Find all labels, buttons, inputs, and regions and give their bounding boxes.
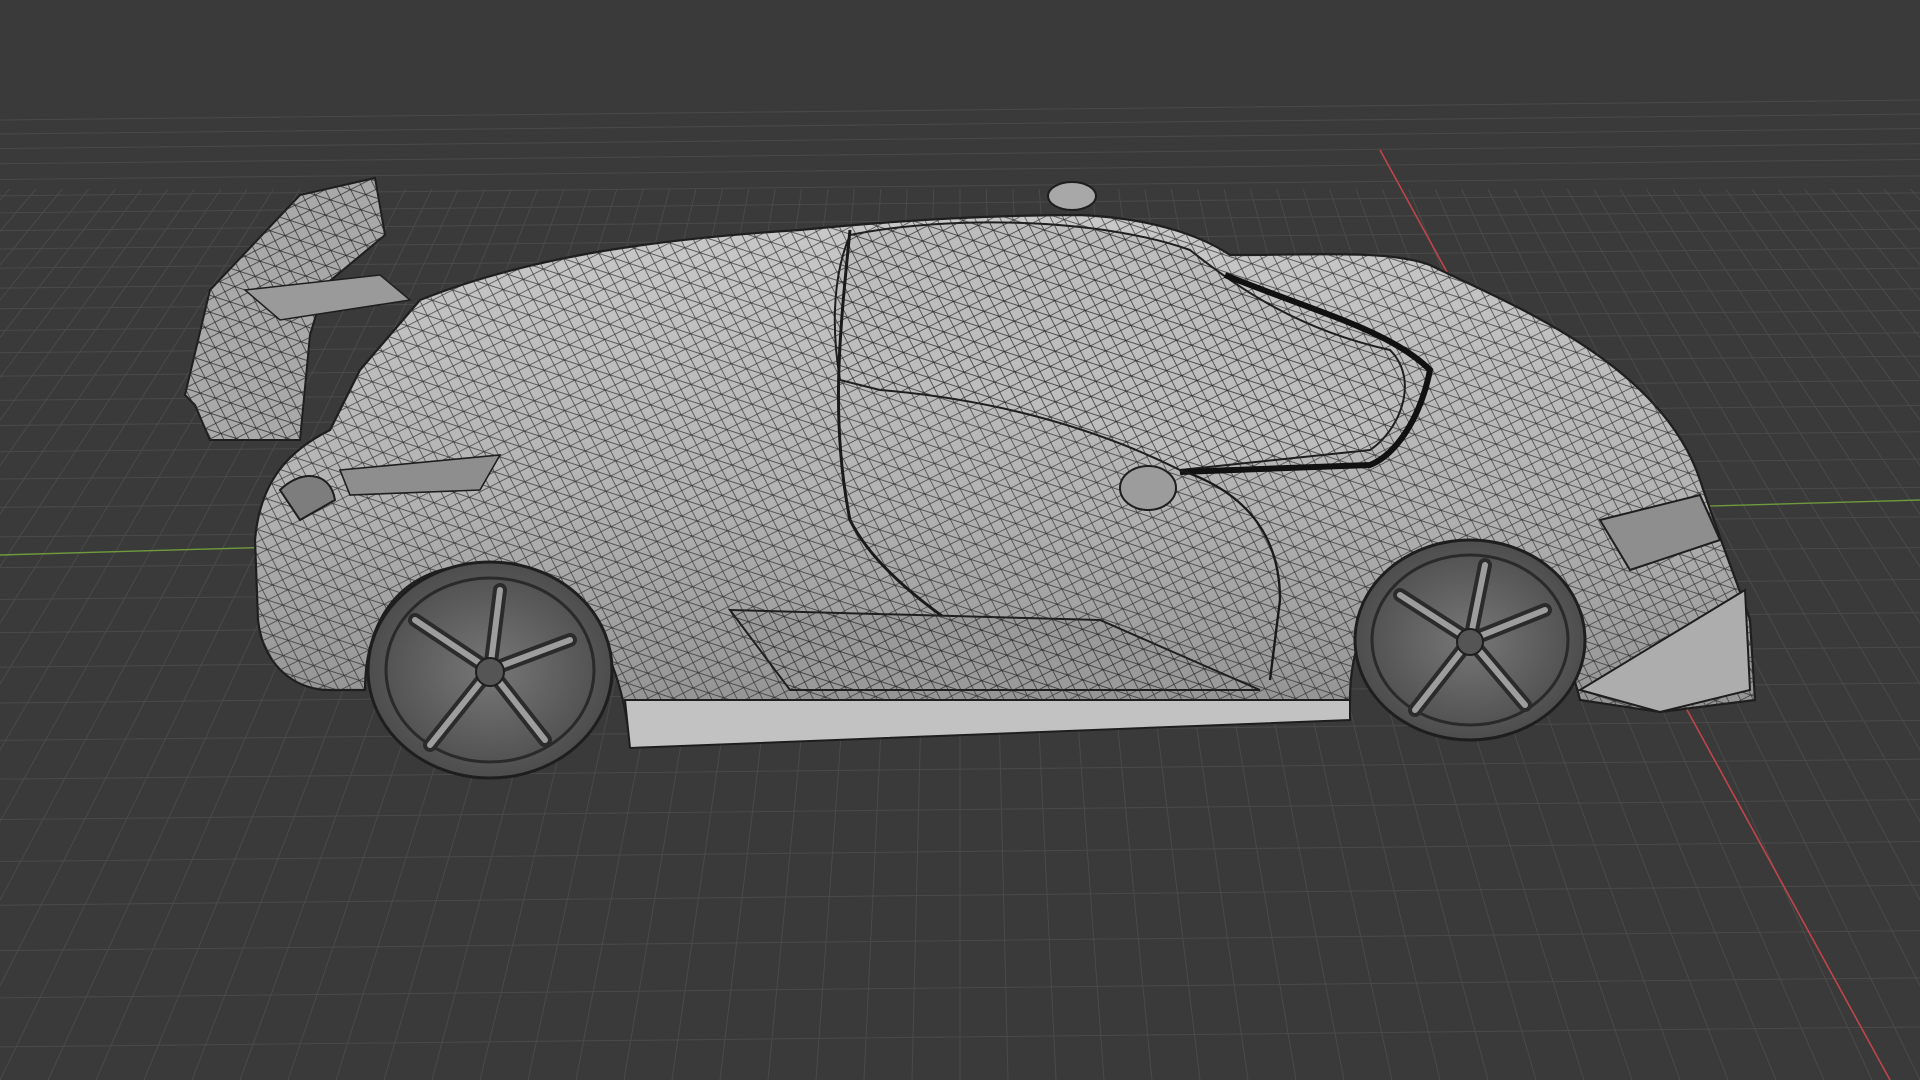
grid-line (1910, 188, 1920, 201)
grid-line (0, 128, 1920, 150)
grid-line (0, 158, 1920, 180)
rear-wheel (366, 560, 614, 780)
viewport-canvas[interactable] (0, 0, 1920, 1080)
grid-line (0, 188, 90, 301)
grid-line (1883, 188, 1920, 233)
grid-line (0, 188, 37, 233)
grid-line (1830, 188, 1920, 301)
grid-line (0, 143, 1920, 165)
side-skirt (623, 699, 1351, 750)
grid-line (0, 188, 195, 467)
grid-line (1804, 188, 1920, 339)
grid-line (0, 188, 169, 421)
grid-line (0, 188, 63, 266)
grid-line (1751, 188, 1920, 421)
grid-line (0, 188, 10, 201)
grid-line (0, 188, 116, 339)
car-mesh[interactable] (183, 176, 1757, 780)
3d-viewport[interactable] (0, 0, 1920, 1080)
grid-line (1725, 188, 1920, 467)
roof-scoop (1047, 181, 1097, 211)
grid-line (1857, 188, 1920, 266)
front-wheel (1353, 538, 1587, 742)
grid-line (0, 188, 222, 516)
side-mirror (1119, 465, 1177, 511)
